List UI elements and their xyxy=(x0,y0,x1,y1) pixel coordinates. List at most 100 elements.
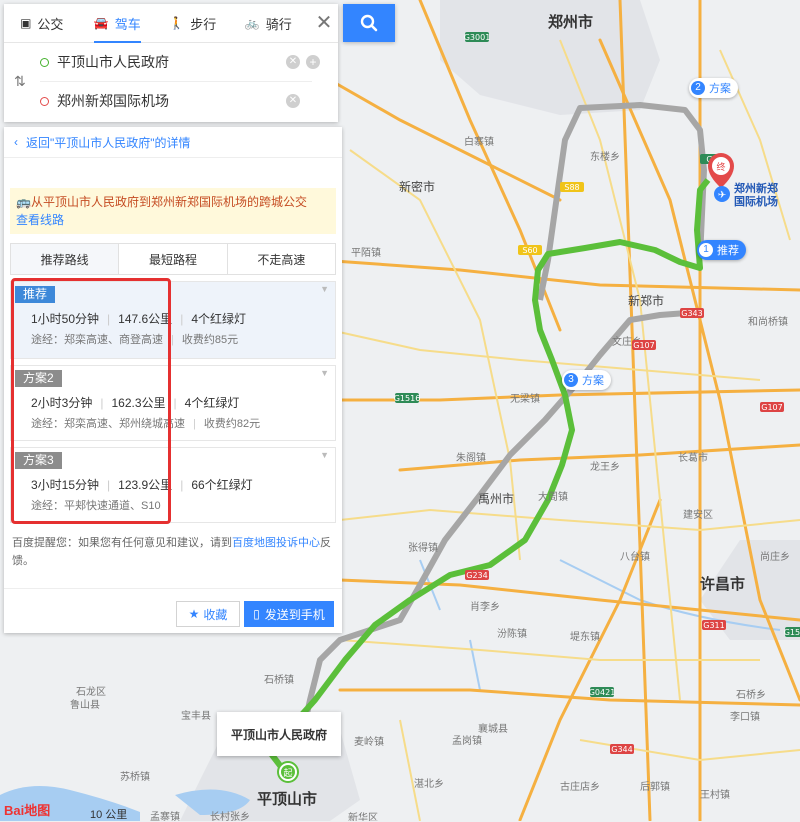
road-shield: G3001 xyxy=(464,32,491,42)
town-label: 和尚桥镇 xyxy=(748,315,788,328)
favorite-button[interactable]: ★ 收藏 xyxy=(176,601,240,627)
chevron-down-icon[interactable]: ▼ xyxy=(320,284,329,294)
svg-text:G311: G311 xyxy=(703,621,724,630)
add-waypoint-icon[interactable]: + xyxy=(306,55,320,69)
plan-badge: 方案3 xyxy=(15,452,62,469)
plan-lights: 66个红绿灯 xyxy=(191,478,253,492)
tab-1[interactable]: 最短路程 xyxy=(119,244,228,274)
phone-icon: ▯ xyxy=(253,607,260,621)
route-recommended-marker[interactable]: 1 推荐 xyxy=(697,240,746,260)
city-zhengzhou: 郑州市 xyxy=(548,13,593,31)
route-plan-card[interactable]: 推荐 ▼ 1小时50分钟 | 147.6公里 | 4个红绿灯 途经：郑栾高速、商登高速 | 收费约… xyxy=(10,281,336,359)
svg-text:终: 终 xyxy=(716,161,725,173)
town-label: 长葛市 xyxy=(678,451,708,464)
road-shield: G1516 xyxy=(394,393,421,403)
plan-lights: 4个红绿灯 xyxy=(184,396,240,410)
town-label: 鲁山县 xyxy=(70,698,100,711)
chevron-down-icon[interactable]: ▼ xyxy=(320,450,329,460)
plan-distance: 123.9公里 xyxy=(118,478,173,492)
city-xuchang: 许昌市 xyxy=(700,575,745,593)
plan-badge: 方案2 xyxy=(15,370,62,387)
svg-text:G107: G107 xyxy=(761,403,782,412)
town-label: 大周镇 xyxy=(538,490,568,503)
transit-notice: 🚌从平顶山市人民政府到郑州新郑国际机场的跨城公交 查看线路 xyxy=(10,188,336,234)
map-scale: 10 公里 xyxy=(90,809,128,821)
town-label: 新华区 xyxy=(348,811,378,821)
town-label: 湛北乡 xyxy=(414,778,444,790)
start-marker[interactable]: 起 xyxy=(277,761,299,783)
search-icon xyxy=(360,14,378,32)
town-label: 宝丰县 xyxy=(181,709,211,722)
feedback-link[interactable]: 百度地图投诉中心 xyxy=(232,537,320,549)
view-lines-link[interactable]: 查看线路 xyxy=(16,211,330,229)
town-label: 孟岗镇 xyxy=(452,734,482,747)
svg-text:G343: G343 xyxy=(681,309,702,318)
town-label: 白寨镇 xyxy=(464,135,494,148)
mode-tab-bus[interactable]: ▣ 公交 xyxy=(4,4,80,42)
swap-icon[interactable]: ⇅ xyxy=(14,73,26,90)
plan-distance: 162.3公里 xyxy=(111,396,166,410)
road-shield: G343 xyxy=(680,308,704,318)
feedback-tip: 百度提醒您：如果您有任何意见和建议，请到百度地图投诉中心反馈。 xyxy=(12,537,331,567)
road-shield: G1516 xyxy=(784,627,800,637)
city-pingdingshan: 平顶山市 xyxy=(257,790,317,808)
town-label: 八台镇 xyxy=(620,550,650,563)
route-plan-card[interactable]: 方案2 ▼ 2小时3分钟 | 162.3公里 | 4个红绿灯 途经：郑栾高速、郑州绕城高速 | 收… xyxy=(10,365,336,441)
close-icon[interactable]: ✕ xyxy=(308,10,340,35)
clear-end-icon[interactable]: ✕ xyxy=(286,94,300,108)
plan-via: 途经：平郏快速通道、S10 xyxy=(31,500,161,512)
mode-tab-walk[interactable]: 🚶 步行 xyxy=(155,4,231,42)
route-preference-tabs: 推荐路线 最短路程 不走高速 xyxy=(10,243,336,275)
town-label: 古庄店乡 xyxy=(560,780,600,793)
mode-tab-car[interactable]: 🚘 驾车 xyxy=(80,4,156,43)
mode-tab-bike[interactable]: 🚲 骑行 xyxy=(231,4,307,42)
road-shield: S60 xyxy=(518,245,542,255)
chevron-down-icon[interactable]: ▼ xyxy=(320,368,329,378)
plan-badge: 推荐 xyxy=(15,286,56,303)
road-shield: G344 xyxy=(610,744,634,754)
svg-text:起: 起 xyxy=(283,768,292,779)
clear-start-icon[interactable]: ✕ xyxy=(286,55,300,69)
town-label: 堤东镇 xyxy=(570,630,600,643)
route-plan2-marker[interactable]: 2 方案 xyxy=(689,78,738,98)
road-shield: G107 xyxy=(632,340,656,350)
svg-text:G0421: G0421 xyxy=(589,688,616,697)
plan-duration: 2小时3分钟 xyxy=(31,396,93,410)
walk-icon: 🚶 xyxy=(169,16,185,30)
car-icon: 🚘 xyxy=(93,16,109,30)
svg-text:S88: S88 xyxy=(564,183,579,192)
town-label: 石桥乡 xyxy=(736,689,766,701)
svg-text:G1516: G1516 xyxy=(394,394,421,403)
svg-text:S60: S60 xyxy=(522,246,537,255)
road-shield: G311 xyxy=(702,620,726,630)
town-label: 麦岭镇 xyxy=(354,735,384,748)
road-shield: G0421 xyxy=(589,687,616,697)
plan-duration: 1小时50分钟 xyxy=(31,312,100,326)
town-label: 东楼乡 xyxy=(590,150,620,163)
town-label: 孟寨镇 xyxy=(150,810,180,821)
route-plan3-marker[interactable]: 3 方案 xyxy=(562,370,611,390)
town-label: 石桥镇 xyxy=(264,673,294,686)
city-xinmi: 新密市 xyxy=(399,179,435,194)
svg-text:G3001: G3001 xyxy=(464,33,491,42)
route-results-panel: ‹ 返回"平顶山市人民政府"的详情 🚌从平顶山市人民政府到郑州新郑国际机场的跨城… xyxy=(4,127,342,633)
back-link[interactable]: ‹ 返回"平顶山市人民政府"的详情 xyxy=(4,127,342,158)
town-label: 无梁镇 xyxy=(510,392,540,405)
start-input[interactable]: 平顶山市人民政府 ✕ + xyxy=(40,43,320,82)
town-label: 李口镇 xyxy=(730,710,760,723)
star-icon: ★ xyxy=(188,607,200,621)
destination-label: 郑州新郑 国际机场 xyxy=(734,183,778,208)
send-to-phone-button[interactable]: ▯ 发送到手机 xyxy=(244,601,334,627)
start-popup[interactable]: 平顶山市人民政府 xyxy=(217,712,341,756)
road-shield: G234 xyxy=(465,570,489,580)
tab-0[interactable]: 推荐路线 xyxy=(11,244,120,274)
city-yuzhou: 禹州市 xyxy=(478,491,514,506)
search-button[interactable] xyxy=(343,4,395,42)
plan-lights: 4个红绿灯 xyxy=(191,312,246,326)
plan-duration: 3小时15分钟 xyxy=(31,478,100,492)
plan-distance: 147.6公里 xyxy=(118,312,173,326)
bike-icon: 🚲 xyxy=(244,16,260,30)
tab-2[interactable]: 不走高速 xyxy=(228,244,335,274)
end-input[interactable]: 郑州新郑国际机场 ✕ xyxy=(40,82,312,120)
route-plan-card[interactable]: 方案3 ▼ 3小时15分钟 | 123.9公里 | 66个红绿灯 途经：平郏快速通道、S10 xyxy=(10,447,336,523)
